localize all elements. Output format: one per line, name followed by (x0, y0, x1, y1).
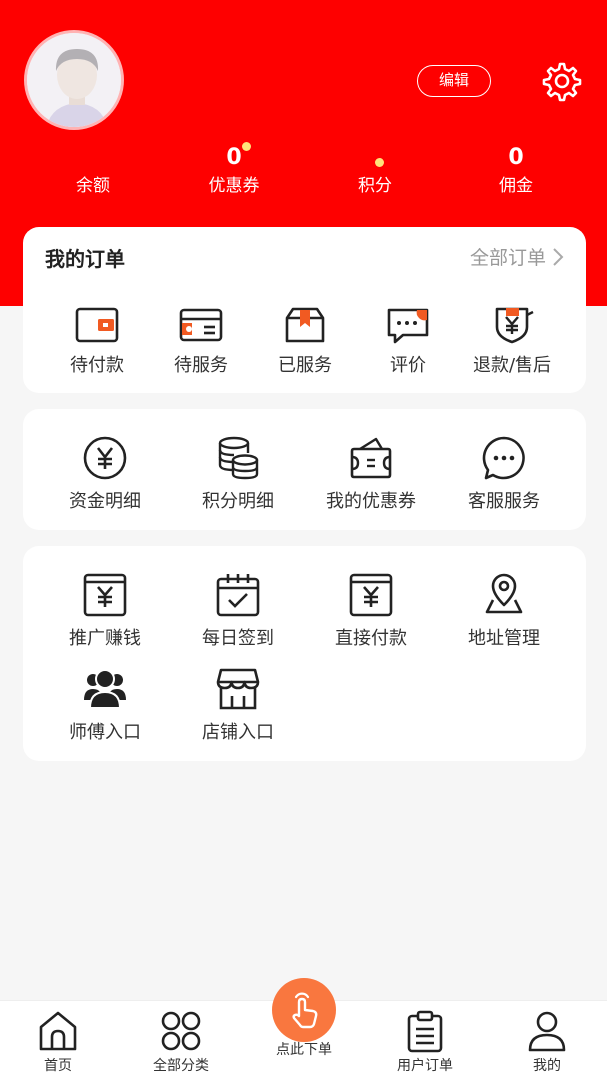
direct-payment[interactable]: 直接付款 (316, 572, 426, 650)
tab-user-orders[interactable]: 用户订单 (375, 1009, 475, 1075)
all-orders-link[interactable]: 全部订单 (470, 243, 564, 270)
tab-label: 我的 (533, 1058, 561, 1074)
stat-coupons[interactable]: 0 优惠券 (174, 142, 294, 198)
avatar[interactable] (24, 30, 124, 130)
order-served[interactable]: 已服务 (250, 305, 360, 377)
box-icon (285, 307, 325, 343)
calendar-check-icon (216, 574, 260, 617)
clipboard-icon (407, 1010, 443, 1053)
yuan-frame-icon (83, 573, 127, 617)
promote-earn[interactable]: 推广赚钱 (50, 572, 160, 650)
grid-circles-icon (161, 1011, 201, 1051)
stat-value (315, 142, 435, 174)
comment-icon (387, 308, 429, 344)
tool-item-label: 师傅入口 (69, 722, 141, 743)
address-management[interactable]: 地址管理 (449, 572, 559, 650)
finance-card: 资金明细 积分明细 我的优惠券 客服服务 (23, 409, 586, 530)
order-review[interactable]: 评价 (353, 305, 463, 377)
tab-label: 首页 (44, 1058, 72, 1074)
order-pending-service[interactable]: 待服务 (146, 305, 256, 377)
stat-points[interactable]: 积分 (315, 142, 435, 198)
edit-profile-button[interactable]: 编辑 (417, 65, 491, 97)
stat-value: 0 (226, 145, 242, 170)
orders-card: 我的订单 全部订单 待付款 待服务 已服务 评价 退款/售后 (23, 227, 586, 393)
tool-item-label: 地址管理 (468, 628, 540, 649)
tab-mine[interactable]: 我的 (497, 1009, 597, 1075)
my-coupons[interactable]: 我的优惠券 (316, 435, 426, 513)
chat-bubble-icon (482, 436, 525, 480)
fund-details[interactable]: 资金明细 (50, 435, 160, 513)
user-icon (528, 1011, 566, 1052)
finance-item-label: 资金明细 (69, 491, 141, 512)
stat-balance[interactable]: 余额 (33, 142, 153, 198)
order-item-label: 退款/售后 (472, 355, 552, 376)
card-icon (179, 308, 223, 342)
refund-shield-icon (495, 307, 534, 344)
all-orders-label: 全部订单 (469, 247, 546, 269)
points-details[interactable]: 积分明细 (183, 435, 293, 513)
tab-label: 全部分类 (153, 1058, 209, 1074)
stat-value: 0 (508, 145, 524, 170)
tab-all-categories[interactable]: 全部分类 (131, 1009, 231, 1075)
stat-label: 积分 (358, 176, 392, 196)
tab-label: 用户订单 (397, 1058, 453, 1074)
home-icon (39, 1011, 77, 1051)
finance-item-label: 积分明细 (202, 491, 274, 512)
daily-checkin[interactable]: 每日签到 (183, 572, 293, 650)
place-order-label[interactable]: 点此下单 (272, 1042, 336, 1058)
order-item-label: 待服务 (174, 355, 228, 376)
tool-item-label: 每日签到 (202, 628, 274, 649)
users-icon (84, 669, 126, 709)
yuan-coin-icon (83, 436, 127, 480)
finance-item-label: 客服服务 (468, 491, 540, 512)
stat-value (33, 142, 153, 174)
tool-item-label: 推广赚钱 (69, 628, 141, 649)
stat-label: 余额 (76, 176, 110, 196)
orders-title: 我的订单 (45, 247, 125, 271)
yuan-frame-icon (349, 573, 393, 617)
finance-item-label: 我的优惠券 (326, 491, 416, 512)
store-entrance[interactable]: 店铺入口 (183, 666, 293, 744)
order-refund[interactable]: 退款/售后 (457, 305, 567, 377)
tool-item-label: 直接付款 (335, 628, 407, 649)
tab-home[interactable]: 首页 (8, 1009, 108, 1075)
technician-entrance[interactable]: 师傅入口 (50, 666, 160, 744)
coin-stack-icon (218, 436, 259, 480)
chevron-right-icon (553, 247, 564, 266)
notification-dot (375, 158, 384, 167)
store-icon (216, 668, 260, 710)
order-item-label: 待付款 (70, 355, 124, 376)
stat-commission[interactable]: 0 佣金 (456, 142, 576, 198)
location-pin-icon (485, 573, 523, 614)
coupon-wallet-icon (350, 437, 392, 479)
tools-card: 推广赚钱 每日签到 直接付款 地址管理 师傅入口 店铺入口 (23, 546, 586, 761)
order-item-label: 评价 (390, 355, 426, 376)
tap-hand-icon (292, 992, 318, 1029)
wallet-icon (75, 307, 119, 343)
stat-label: 佣金 (499, 176, 533, 196)
customer-service[interactable]: 客服服务 (449, 435, 559, 513)
place-order-button[interactable] (272, 978, 336, 1042)
order-pending-payment[interactable]: 待付款 (42, 305, 152, 377)
order-item-label: 已服务 (278, 355, 332, 376)
stat-label: 优惠券 (208, 176, 260, 196)
notification-dot (242, 142, 251, 151)
settings-gear-icon[interactable] (541, 60, 583, 102)
tool-item-label: 店铺入口 (202, 722, 274, 743)
